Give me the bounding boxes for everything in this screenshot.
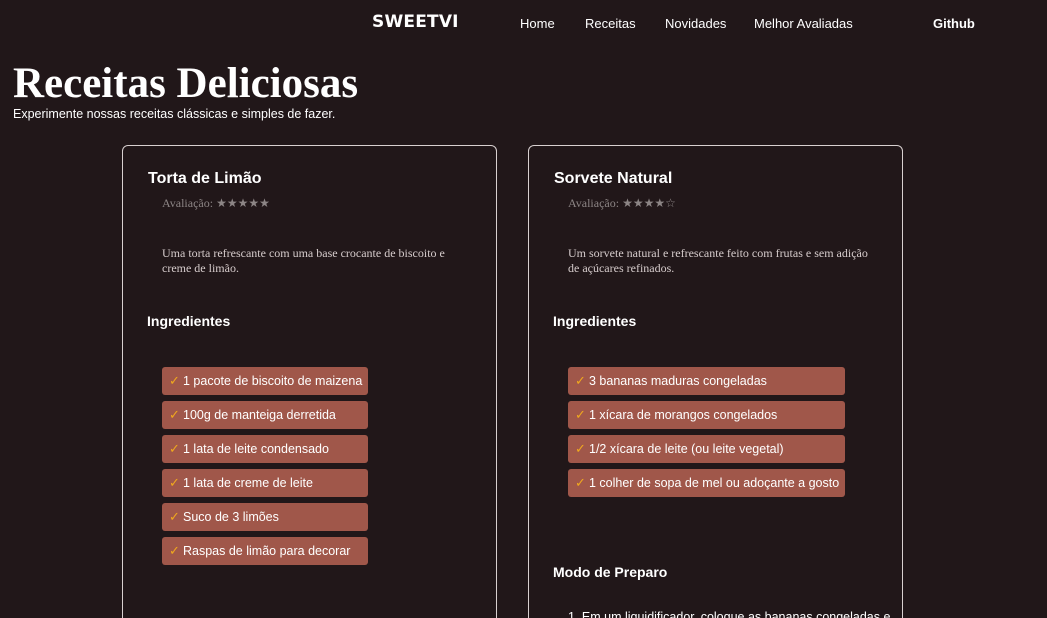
ingredients-heading: Ingredientes bbox=[553, 313, 637, 329]
check-icon: ✓ bbox=[575, 373, 586, 389]
ingredient-item: ✓ 1 lata de leite condensado bbox=[162, 435, 369, 463]
ingredient-label: Suco de 3 limões bbox=[183, 510, 279, 524]
check-icon: ✓ bbox=[169, 543, 180, 559]
ingredient-item: ✓ Suco de 3 limões bbox=[162, 503, 369, 531]
ingredient-item: ✓ 100g de manteiga derretida bbox=[162, 401, 369, 429]
nav-melhor-avaliadas-link[interactable]: Melhor Avaliadas bbox=[754, 16, 853, 31]
check-icon: ✓ bbox=[169, 509, 180, 525]
method-heading: Modo de Preparo bbox=[553, 564, 668, 580]
ingredient-label: 3 bananas maduras congeladas bbox=[589, 374, 767, 388]
nav-home-link[interactable]: Home bbox=[520, 16, 555, 31]
nav-novidades-link[interactable]: Novidades bbox=[665, 16, 726, 31]
ingredient-label: 1 pacote de biscoito de maizena bbox=[183, 374, 363, 388]
ingredient-label: 1/2 xícara de leite (ou leite vegetal) bbox=[589, 442, 784, 456]
ingredients-heading: Ingredientes bbox=[147, 313, 231, 329]
method-steps: 1. Em um liquidificador, coloque as bana… bbox=[568, 610, 890, 618]
recipe-description: Um sorvete natural e refrescante feito c… bbox=[568, 246, 868, 275]
method-step: 1. Em um liquidificador, coloque as bana… bbox=[568, 610, 891, 618]
recipe-card-sorvete-natural: Sorvete Natural Avaliação: ★★★★☆ Um sorv… bbox=[528, 145, 903, 618]
ingredient-item: ✓ 1 pacote de biscoito de maizena bbox=[162, 367, 369, 395]
ingredient-item: ✓ 1 colher de sopa de mel ou adoçante a g… bbox=[568, 469, 846, 497]
nav-receitas-link[interactable]: Receitas bbox=[585, 16, 636, 31]
recipe-rating: Avaliação: ★★★★★ bbox=[162, 196, 270, 210]
ingredient-label: 1 xícara de morangos congelados bbox=[589, 408, 778, 422]
ingredient-item: ✓ 1 lata de creme de leite bbox=[162, 469, 369, 497]
recipe-card-torta-de-limao: Torta de Limão Avaliação: ★★★★★ Uma tort… bbox=[122, 145, 497, 618]
ingredient-label: Raspas de limão para decorar bbox=[183, 544, 351, 558]
brand-logo[interactable]: SWEETVI bbox=[372, 12, 459, 32]
top-navbar: SWEETVI Home Receitas Novidades Melhor A… bbox=[0, 0, 1047, 48]
check-icon: ✓ bbox=[575, 475, 586, 491]
check-icon: ✓ bbox=[169, 475, 180, 491]
ingredient-item: ✓ Raspas de limão para decorar bbox=[162, 537, 369, 565]
ingredients-list: ✓ 1 pacote de biscoito de maizena ✓ 100g d… bbox=[162, 367, 369, 571]
check-icon: ✓ bbox=[575, 441, 586, 457]
page-title: Receitas Deliciosas bbox=[13, 60, 359, 107]
ingredient-item: ✓ 3 bananas maduras congeladas bbox=[568, 367, 846, 395]
ingredient-item: ✓ 1/2 xícara de leite (ou leite vegetal) bbox=[568, 435, 846, 463]
recipe-title: Torta de Limão bbox=[148, 170, 262, 187]
ingredients-list: ✓ 3 bananas maduras congeladas ✓ 1 xícara … bbox=[568, 367, 846, 503]
check-icon: ✓ bbox=[169, 407, 180, 423]
ingredient-label: 1 colher de sopa de mel ou adoçante a go… bbox=[589, 476, 840, 490]
ingredient-label: 1 lata de creme de leite bbox=[183, 476, 313, 490]
recipe-description: Uma torta refrescante com uma base croca… bbox=[162, 246, 445, 275]
recipe-title: Sorvete Natural bbox=[554, 170, 673, 187]
recipe-rating: Avaliação: ★★★★☆ bbox=[568, 196, 676, 210]
page-subtitle: Experimente nossas receitas clássicas e … bbox=[13, 107, 336, 121]
check-icon: ✓ bbox=[169, 441, 180, 457]
check-icon: ✓ bbox=[169, 373, 180, 389]
nav-github-link[interactable]: Github bbox=[933, 16, 975, 31]
ingredient-label: 100g de manteiga derretida bbox=[183, 408, 336, 422]
ingredient-item: ✓ 1 xícara de morangos congelados bbox=[568, 401, 846, 429]
check-icon: ✓ bbox=[575, 407, 586, 423]
ingredient-label: 1 lata de leite condensado bbox=[183, 442, 329, 456]
